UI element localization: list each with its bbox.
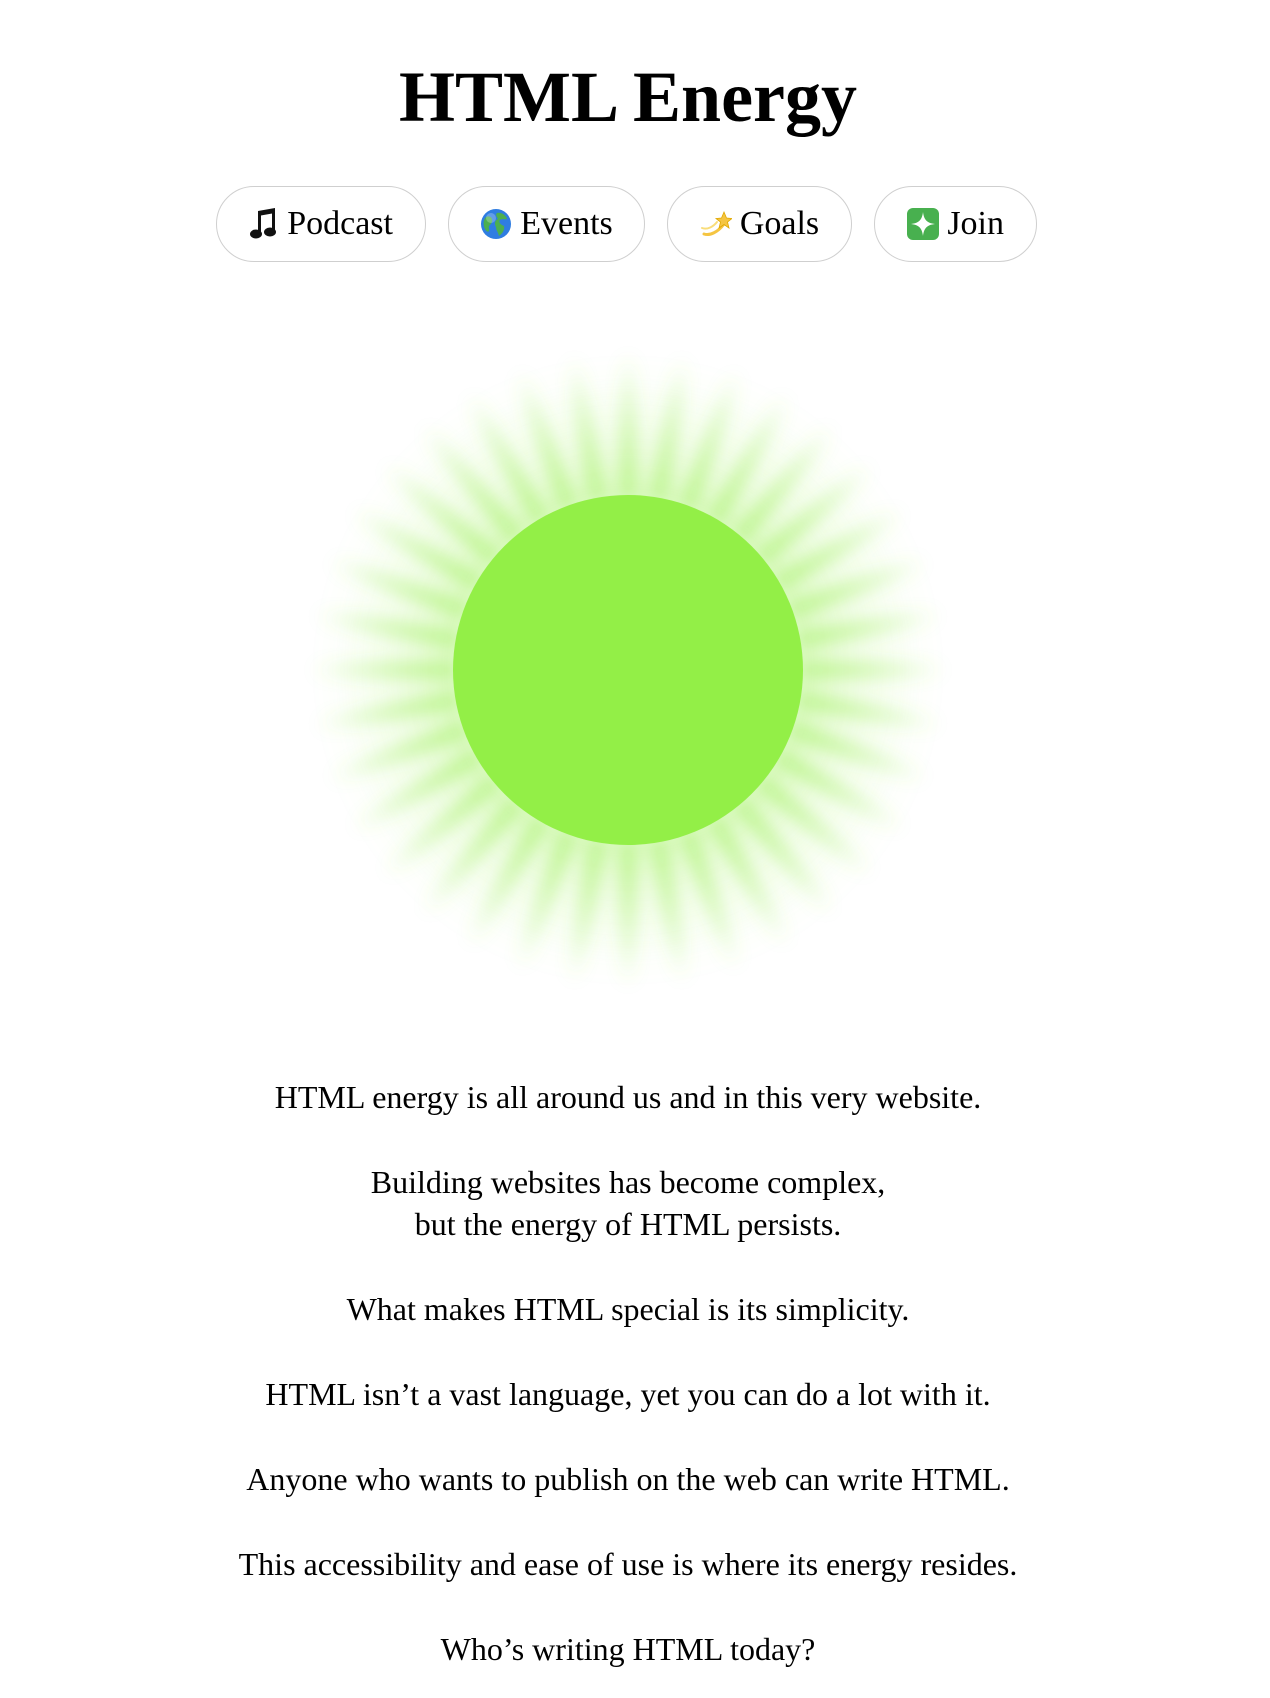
globe-icon: [480, 207, 512, 241]
intro-text: HTML energy is all around us and in this…: [0, 1076, 1256, 1698]
glowing-sun-icon: [258, 320, 998, 1020]
page-title: HTML Energy: [398, 57, 857, 137]
paragraph-text: Who’s writing HTML today?: [440, 1631, 816, 1667]
paragraph: Who’s writing HTML today?: [0, 1628, 1256, 1670]
paragraph: HTML isn’t a vast language, yet you can …: [0, 1373, 1256, 1415]
paragraph: Building websites has become complex, bu…: [0, 1161, 1256, 1245]
nav-events-label: Events: [520, 205, 613, 242]
page: HTML Energy Podcast Events Goals Join HT…: [0, 0, 1270, 1698]
nav-podcast-label: Podcast: [287, 205, 393, 242]
music-note-icon: [249, 207, 279, 241]
sun-core: [453, 495, 803, 845]
main-nav: Podcast Events Goals Join: [216, 186, 1037, 262]
paragraph: HTML energy is all around us and in this…: [0, 1076, 1256, 1118]
paragraph-text: Building websites has become complex,: [370, 1164, 886, 1200]
paragraph-text: but the energy of HTML persists.: [414, 1206, 842, 1242]
nav-events-button[interactable]: Events: [448, 186, 645, 262]
dizzy-star-icon: [700, 207, 732, 241]
paragraph-text: This accessibility and ease of use is wh…: [238, 1546, 1018, 1582]
nav-goals-button[interactable]: Goals: [667, 186, 852, 262]
paragraph-text: HTML energy is all around us and in this…: [274, 1079, 982, 1115]
sparkle-icon: [907, 207, 940, 241]
nav-join-label: Join: [947, 205, 1004, 242]
nav-join-button[interactable]: Join: [874, 186, 1037, 262]
paragraph: Anyone who wants to publish on the web c…: [0, 1458, 1256, 1500]
paragraph-text: Anyone who wants to publish on the web c…: [246, 1461, 1010, 1497]
nav-podcast-button[interactable]: Podcast: [216, 186, 426, 262]
paragraph: This accessibility and ease of use is wh…: [0, 1543, 1256, 1585]
nav-goals-label: Goals: [739, 205, 820, 242]
paragraph: What makes HTML special is its simplicit…: [0, 1288, 1256, 1330]
paragraph-text: What makes HTML special is its simplicit…: [346, 1291, 910, 1327]
paragraph-text: HTML isn’t a vast language, yet you can …: [265, 1376, 991, 1412]
